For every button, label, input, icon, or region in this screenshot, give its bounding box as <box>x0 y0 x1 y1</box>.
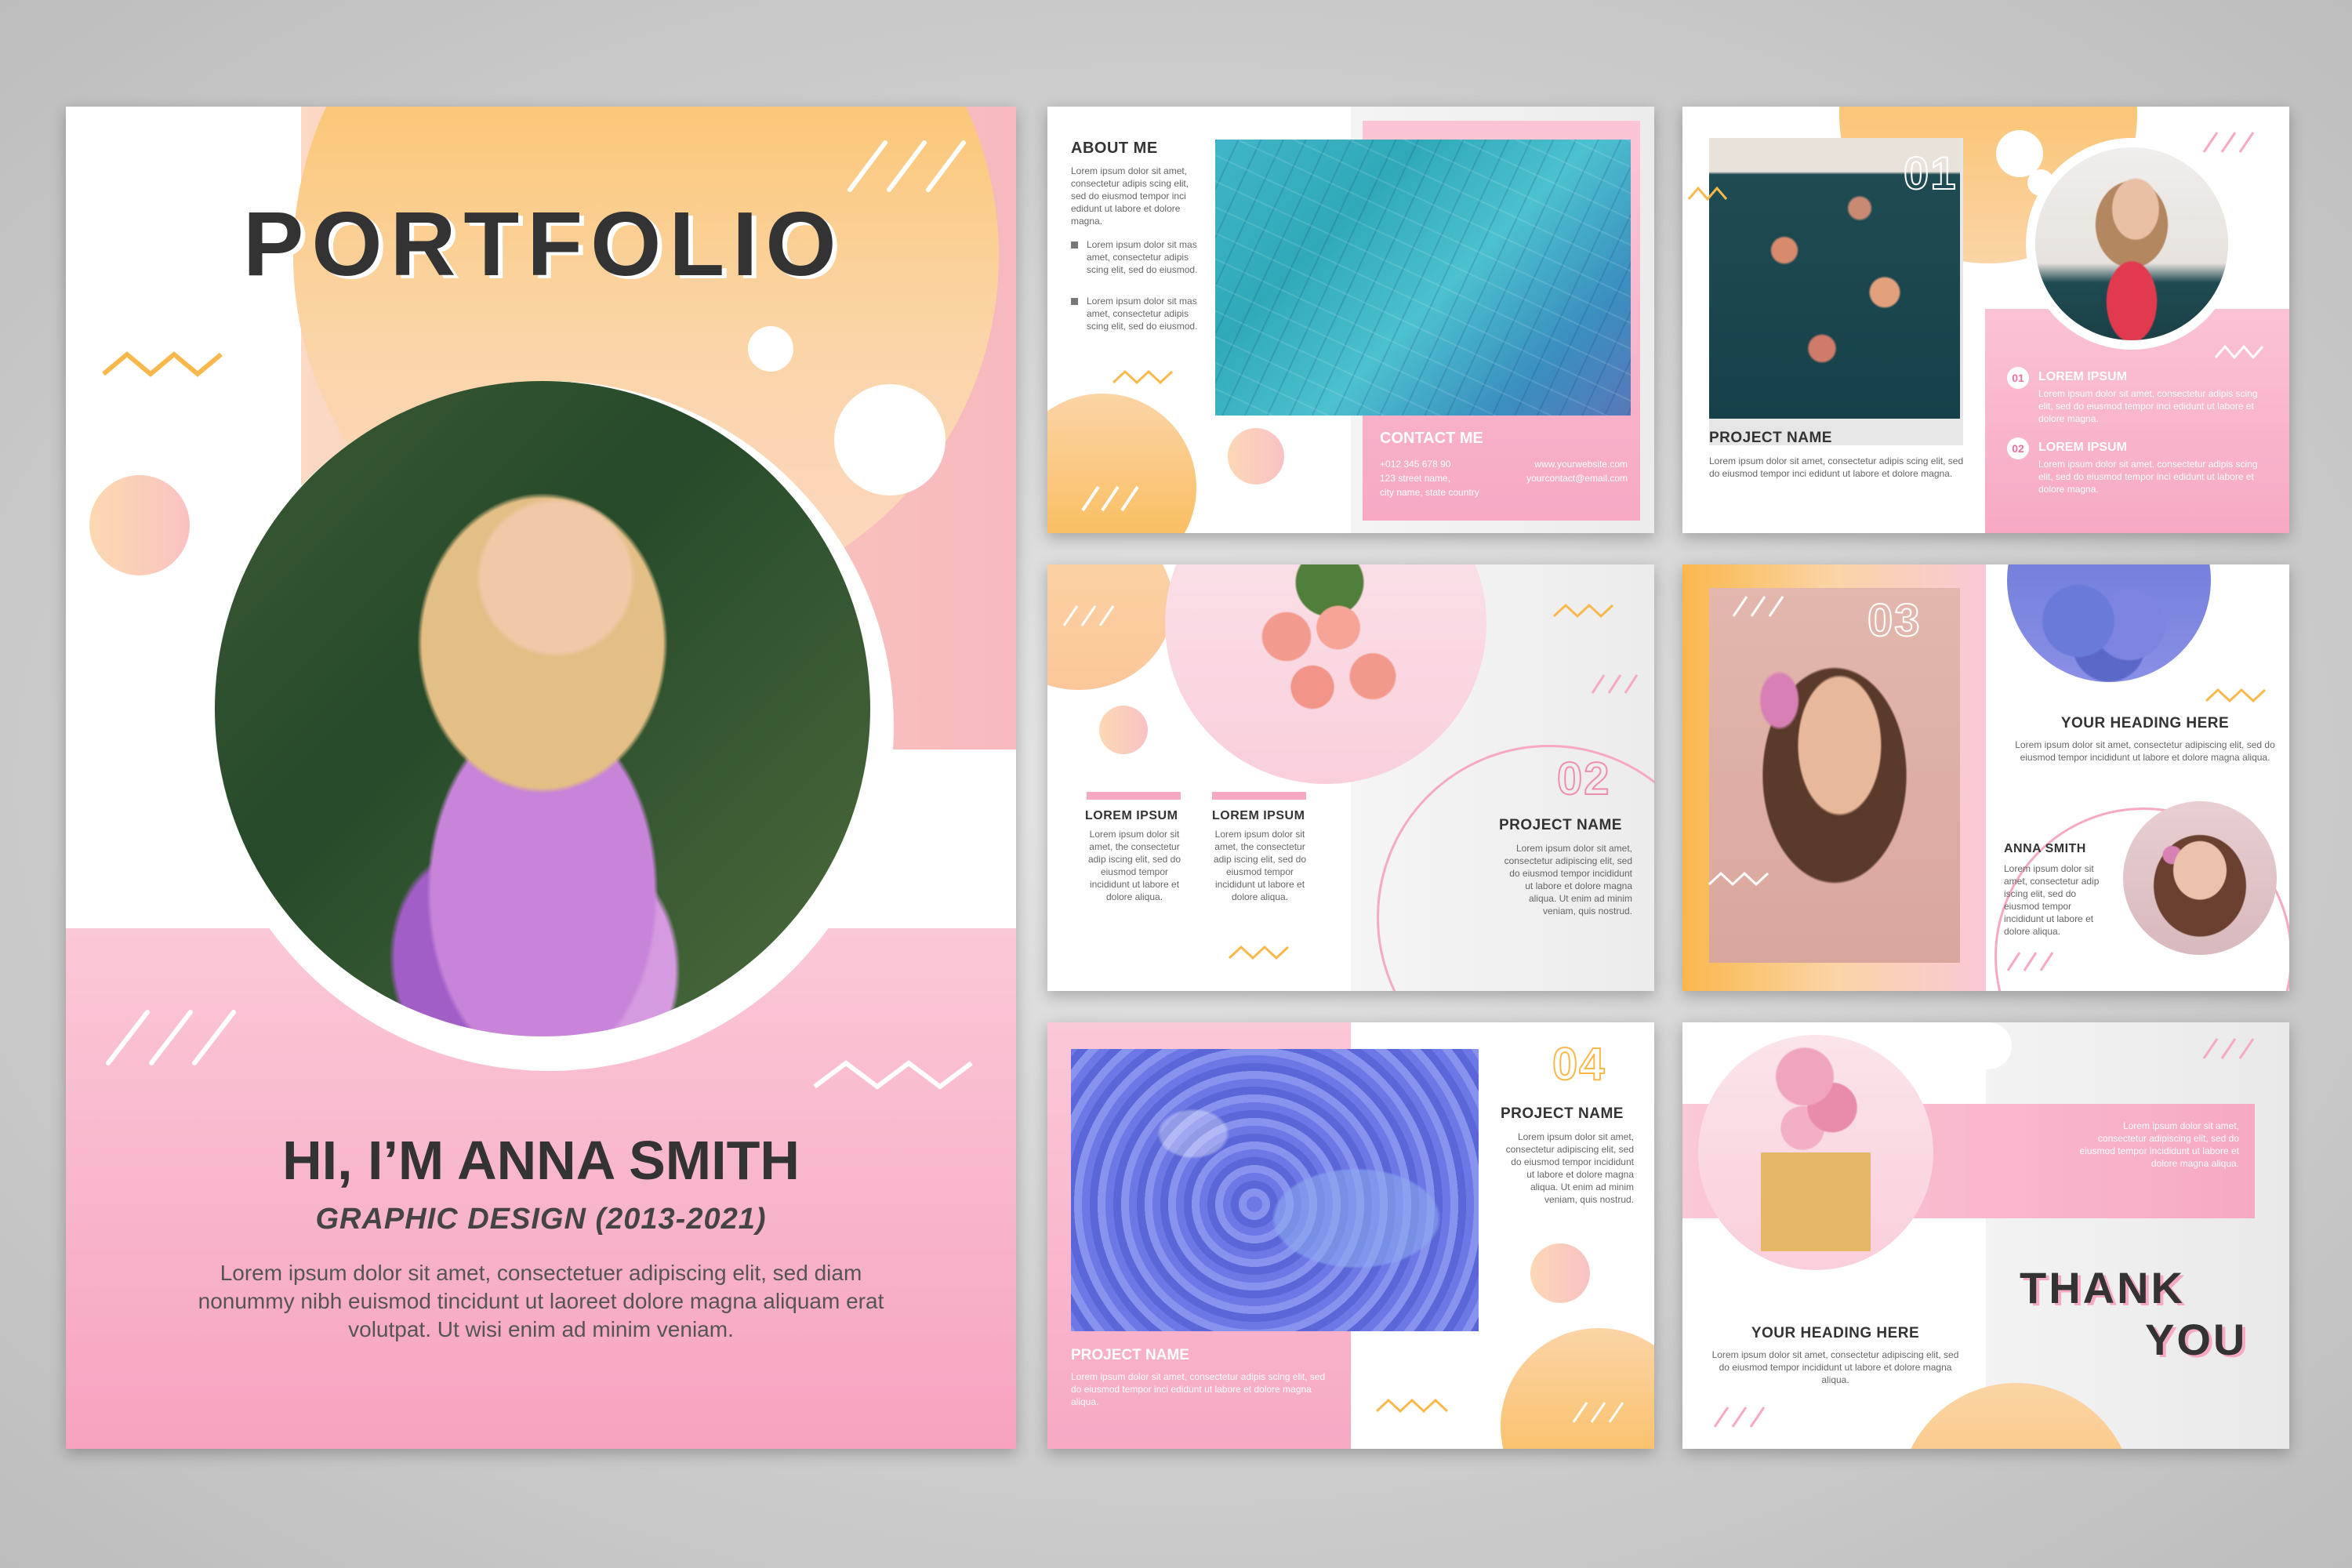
about-slash-icon <box>1081 485 1139 512</box>
bullet-square-icon <box>1071 241 1078 249</box>
cover-lower-zigzag-icon <box>813 1060 973 1090</box>
p01-item-text: Lorem ipsum dolor sit amet, consectetur … <box>2038 459 2258 495</box>
p01-item-title: LOREM IPSUM <box>2038 370 2127 383</box>
about-peach-dot <box>1228 428 1284 485</box>
p03-number: 03 <box>1867 594 1922 647</box>
p01-slash-icon <box>2202 132 2255 153</box>
cover-page: PORTFOLIO HI, I’M ANNA SMITH GRAPHIC DES… <box>66 107 1016 1449</box>
p02-bottom-zigzag-icon <box>1228 945 1290 960</box>
cover-title: PORTFOLIO <box>243 193 844 295</box>
p04-project-name: PROJECT NAME <box>1501 1105 1624 1122</box>
p02-project-name: PROJECT NAME <box>1499 817 1622 833</box>
p04-bottom-project: PROJECT NAME <box>1071 1347 1189 1363</box>
contact-phone: +012 345 678 90 <box>1380 459 1451 470</box>
about-bullet-text: Lorem ipsum dolor sit mas amet, consecte… <box>1087 239 1198 275</box>
thanks-heading-text: Lorem ipsum dolor sit amet, consectetur … <box>1711 1349 1959 1385</box>
cover-lower-slash-icon <box>106 1010 236 1065</box>
project-03-page: 03 YOUR HEADING HERE Lorem ipsum dolor s… <box>1682 564 2289 991</box>
thanks-word-you: YOU <box>2145 1315 2248 1364</box>
about-zigzag-icon <box>1112 369 1174 385</box>
thank-you-page: Lorem ipsum dolor sit amet, consectetur … <box>1682 1022 2289 1449</box>
contact-heading: CONTACT ME <box>1380 430 1483 447</box>
cover-white-dot-small <box>748 326 793 372</box>
p02-peach-dot <box>1099 706 1148 754</box>
p03-name: ANNA SMITH <box>2004 842 2086 855</box>
p03-zigzag-icon <box>1708 871 1769 887</box>
thanks-slash-icon <box>2202 1038 2255 1059</box>
cover-subtitle: GRAPHIC DESIGN (2013-2021) <box>315 1203 767 1236</box>
contact-address-2: city name, state country <box>1380 487 1479 498</box>
cover-zigzag-icon <box>102 351 223 377</box>
p03-hydrangea-photo <box>2007 564 2211 682</box>
p03-slash-icon <box>1732 596 1784 617</box>
p02-col1-text: Lorem ipsum dolor sit amet, the consecte… <box>1087 829 1181 902</box>
about-page: ABOUT ME Lorem ipsum dolor sit amet, con… <box>1047 107 1654 533</box>
p01-pink-zigzag-icon <box>2214 344 2264 360</box>
thanks-word-thank: THANK <box>2020 1263 2185 1312</box>
p04-slash-icon <box>1572 1402 1624 1423</box>
cover-slash-lines-icon <box>848 140 966 192</box>
p01-item-text: Lorem ipsum dolor sit amet, consectetur … <box>2038 388 2258 424</box>
p04-number: 04 <box>1552 1038 1606 1091</box>
p03-right-zigzag-icon <box>2205 688 2267 703</box>
cover-greeting: HI, I’M ANNA SMITH <box>282 1130 800 1191</box>
p02-slash-icon <box>1062 605 1115 626</box>
p04-orange-circle <box>1501 1328 1654 1449</box>
project-04-page: 04 PROJECT NAME Lorem ipsum dolor sit am… <box>1047 1022 1654 1449</box>
p04-project-text: Lorem ipsum dolor sit amet, consectetur … <box>1505 1131 1634 1205</box>
about-heading: ABOUT ME <box>1071 140 1158 157</box>
cover-peach-dot <box>89 475 190 575</box>
p02-project-text: Lorem ipsum dolor sit amet, consectetur … <box>1504 843 1632 916</box>
p02-col1-bar <box>1087 792 1181 800</box>
leaf-photo <box>1215 140 1631 416</box>
p02-col2-text: Lorem ipsum dolor sit amet, the consecte… <box>1213 829 1307 902</box>
thanks-heading: YOUR HEADING HERE <box>1751 1325 1920 1341</box>
p01-item-number: 01 <box>2012 372 2024 384</box>
about-paragraph: Lorem ipsum dolor sit amet, consectetur … <box>1071 165 1189 227</box>
p03-pink-slash-icon <box>2006 952 2054 971</box>
p02-pink-slash-icon <box>1591 674 1639 694</box>
p03-photo <box>1709 588 1960 963</box>
p02-zigzag-icon <box>1552 603 1614 619</box>
p01-number: 01 <box>1903 147 1958 200</box>
thanks-flower-cone-photo <box>1761 1046 1871 1251</box>
p03-heading: YOUR HEADING HERE <box>2060 715 2230 731</box>
cover-intro: Lorem ipsum dolor sit amet, consectetuer… <box>198 1261 884 1341</box>
bullet-square-icon <box>1071 298 1078 305</box>
p04-zigzag-icon <box>1375 1398 1449 1414</box>
p02-col1-title: LOREM IPSUM <box>1085 809 1178 822</box>
project-02-page: LOREM IPSUM LOREM IPSUM Lorem ipsum dolo… <box>1047 564 1654 991</box>
thanks-white-dot <box>1965 1022 2012 1069</box>
thanks-box-text: Lorem ipsum dolor sit amet, consectetur … <box>2079 1120 2239 1169</box>
p03-heading-text: Lorem ipsum dolor sit amet, consectetur … <box>2015 739 2275 763</box>
p01-portrait-photo <box>2035 147 2228 340</box>
contact-address-1: 123 street name, <box>1380 473 1451 484</box>
p02-col2-bar <box>1212 792 1306 800</box>
p04-marble-photo <box>1071 1049 1479 1331</box>
p04-peach-dot <box>1530 1243 1590 1303</box>
cover-white-dot-large <box>834 384 946 495</box>
p02-roses-photo <box>1243 564 1416 745</box>
p02-number: 02 <box>1556 753 1611 805</box>
p01-project-text: Lorem ipsum dolor sit amet, consectetur … <box>1709 456 1964 479</box>
cover-portrait-photo <box>215 381 870 1036</box>
p01-project-name: PROJECT NAME <box>1709 430 1832 446</box>
about-bullet-text: Lorem ipsum dolor sit mas amet, consecte… <box>1087 296 1198 332</box>
project-01-page: 01 PROJECT NAME Lorem ipsum dolor sit am… <box>1682 107 2289 533</box>
p01-item-title: LOREM IPSUM <box>2038 441 2127 454</box>
p03-small-portrait <box>2123 801 2277 955</box>
contact-email[interactable]: yourcontact@email.com <box>1486 472 1628 485</box>
p01-zigzag-icon <box>1687 186 1728 201</box>
thanks-bottom-slash-icon <box>1713 1406 1766 1428</box>
contact-website[interactable]: www.yourwebsite.com <box>1486 458 1628 470</box>
p03-name-text: Lorem ipsum dolor sit amet, consectetur … <box>2004 863 2100 937</box>
p02-col2-title: LOREM IPSUM <box>1212 809 1305 822</box>
p04-bottom-text: Lorem ipsum dolor sit amet, consectetur … <box>1071 1371 1326 1407</box>
p01-item-number: 02 <box>2012 442 2024 455</box>
